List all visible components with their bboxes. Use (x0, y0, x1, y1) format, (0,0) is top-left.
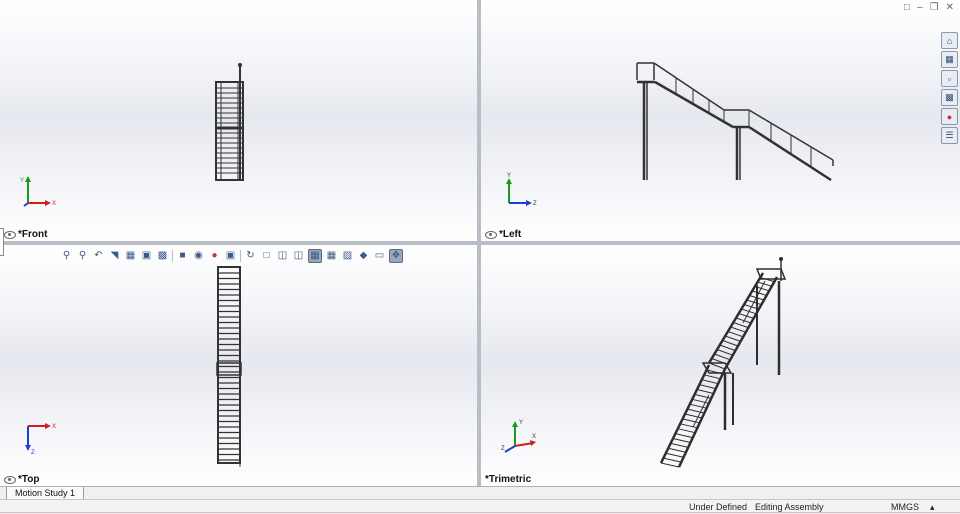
view-name: *Top (18, 474, 40, 485)
rotate-icon[interactable]: ↻ (244, 250, 257, 263)
tread-line (665, 452, 684, 458)
tread-line (663, 457, 682, 463)
tread-line (699, 384, 716, 390)
display-pane-icon[interactable]: ◆ (357, 250, 370, 263)
task-pane-tabs: ⌂ ▦ ▫ ▩ ● ☰ (941, 32, 958, 144)
four-view-icon[interactable]: ▦ (308, 249, 322, 263)
axis-triad: X Z (25, 423, 56, 456)
viewport-front[interactable]: Y X *Front (0, 0, 477, 241)
restore-icon[interactable]: □ (904, 2, 910, 13)
zoom-to-fit-icon[interactable]: ⚲ (60, 250, 73, 263)
axis-label-y: Y (519, 420, 523, 426)
previous-view-icon[interactable]: ↶ (92, 250, 105, 263)
tread-line (714, 353, 731, 361)
eye-icon[interactable] (4, 475, 16, 484)
axis-label-y: Y (20, 178, 24, 184)
view-settings-icon[interactable]: ▣ (224, 250, 237, 263)
tread-line (660, 462, 680, 468)
tread-line (670, 442, 689, 448)
file-explorer-icon[interactable]: ▫ (941, 70, 958, 87)
view-label-trimetric: *Trimetric (485, 474, 531, 485)
landing (216, 362, 242, 376)
stair-top-frame (217, 266, 241, 464)
axis-triad: Y X (20, 176, 56, 207)
tread-line (746, 299, 762, 306)
eye-icon[interactable] (485, 230, 497, 239)
feature-tree-flyout-handle[interactable] (0, 228, 4, 256)
axis-triad: Y Z (506, 173, 537, 207)
axis-triad: Y X Z (501, 420, 536, 453)
tread-line (716, 349, 733, 356)
heads-up-view-toolbar: ⚲ ⚲ ↶ ◥ ▦ ▣ ▩ ■ ◉ ● ▣ ↻ □ ◫ ◫ ▦ ▦ ▨ ◆ ▭ … (60, 248, 403, 264)
axis-label-x: X (52, 424, 56, 430)
tread-line (672, 438, 691, 443)
tread-line (696, 389, 714, 394)
model-tab-bar: Motion Study 1 (0, 486, 960, 500)
tread-line (719, 344, 736, 352)
tread-line (722, 340, 739, 347)
viewport-left[interactable]: Y Z *Left □ – ❐ ✕ ⌂ ▦ ▫ ▩ ● ☰ (481, 0, 960, 241)
stair-treads (219, 272, 239, 461)
view-name: *Trimetric (485, 474, 532, 485)
window-controls: □ – ❐ ✕ (904, 2, 954, 13)
viewport-top[interactable]: ⚲ ⚲ ↶ ◥ ▦ ▣ ▩ ■ ◉ ● ▣ ↻ □ ◫ ◫ ▦ ▦ ▨ ◆ ▭ … (0, 245, 477, 486)
eye-icon[interactable] (4, 230, 16, 239)
maximize-icon[interactable]: ❐ (930, 2, 939, 13)
viewport-trimetric[interactable]: Y X Z *Trimetric (481, 245, 960, 486)
tread-line (730, 326, 746, 333)
top-view-model[interactable] (0, 245, 477, 486)
dynamic-annotation-icon[interactable]: ▦ (124, 250, 137, 263)
axis-label-x: X (532, 434, 536, 440)
edit-appearance-icon[interactable]: ◉ (192, 250, 205, 263)
axis-label-z: Z (31, 450, 35, 456)
toolbar-separator (172, 250, 173, 262)
section-view-icon[interactable]: ◥ (108, 250, 121, 263)
trimetric-view-model[interactable] (481, 245, 960, 486)
view-palette-icon[interactable]: ▩ (941, 89, 958, 106)
tread-line (727, 331, 744, 338)
view-label-left: *Left (485, 229, 521, 240)
tread-line (701, 379, 719, 385)
tread-line (668, 447, 687, 453)
single-view-icon[interactable]: □ (260, 250, 273, 263)
tread-line (733, 322, 749, 329)
tread-line (741, 308, 757, 315)
stair-front-frame (215, 81, 244, 181)
minimize-icon[interactable]: – (917, 2, 923, 13)
link-views-icon[interactable]: ▦ (325, 250, 338, 263)
view-label-top: *Top (4, 474, 39, 485)
axis-label-z: Z (501, 446, 505, 452)
two-view-vertical-icon[interactable]: ◫ (292, 250, 305, 263)
viewport-icon[interactable]: ▭ (373, 250, 386, 263)
hide-show-items-icon[interactable]: ■ (176, 250, 189, 263)
tread-line (677, 428, 696, 434)
design-library-icon[interactable]: ▦ (941, 51, 958, 68)
tab-label: Motion Study 1 (15, 488, 76, 498)
two-view-horizontal-icon[interactable]: ◫ (276, 250, 289, 263)
view-selector-icon[interactable]: ❖ (389, 249, 403, 263)
view-name: *Front (18, 229, 48, 240)
shaded-icon[interactable]: ▨ (341, 250, 354, 263)
apply-scene-icon[interactable]: ● (208, 250, 221, 263)
tread-line (675, 433, 693, 439)
tread-line (704, 374, 721, 380)
view-orientation-icon[interactable]: ▣ (140, 250, 153, 263)
front-view-model[interactable] (0, 0, 477, 241)
home-icon[interactable]: ⌂ (941, 32, 958, 49)
left-view-model[interactable] (481, 0, 960, 241)
tread-line (708, 362, 726, 370)
appearances-icon[interactable]: ● (941, 108, 958, 125)
axis-label-x: X (52, 201, 56, 207)
axis-label-z: Z (533, 201, 537, 207)
tread-line (725, 335, 741, 342)
axis-label-y: Y (507, 173, 511, 179)
view-label-front: *Front (4, 229, 47, 240)
view-name: *Left (499, 229, 522, 240)
zoom-to-area-icon[interactable]: ⚲ (76, 250, 89, 263)
close-icon[interactable]: ✕ (946, 2, 954, 13)
viewport-splitter-horizontal[interactable] (0, 241, 960, 245)
custom-properties-icon[interactable]: ☰ (941, 127, 958, 144)
toolbar-separator (240, 250, 241, 262)
display-style-icon[interactable]: ▩ (156, 250, 169, 263)
